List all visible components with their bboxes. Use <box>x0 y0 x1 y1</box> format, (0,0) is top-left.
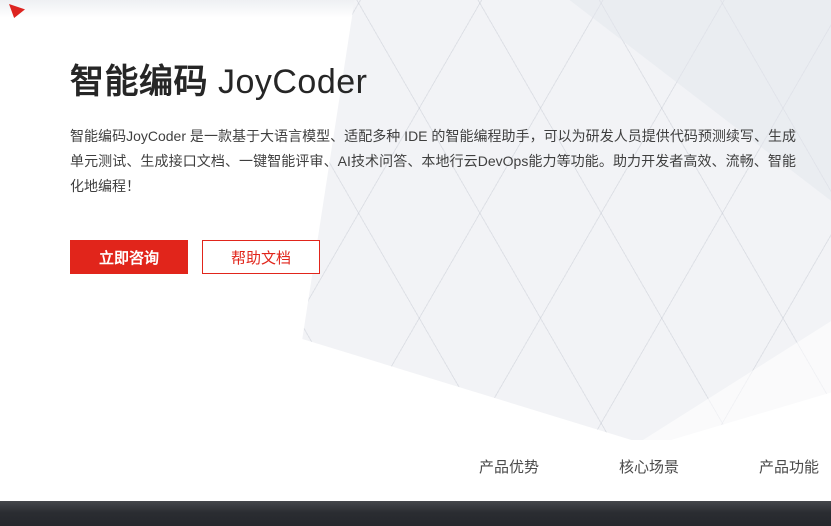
page-title: 智能编码 JoyCoder <box>70 62 367 102</box>
subnav-item-product-features[interactable]: 产品功能 <box>759 456 819 477</box>
page-title-en: JoyCoder <box>208 63 368 101</box>
top-gradient <box>0 0 831 18</box>
cta-button-row: 立即咨询 帮助文档 <box>70 240 320 274</box>
help-docs-button[interactable]: 帮助文档 <box>202 240 320 274</box>
footer-dark-bar <box>0 501 831 526</box>
subnav-item-core-scenarios[interactable]: 核心场景 <box>619 456 679 477</box>
consult-now-button[interactable]: 立即咨询 <box>70 240 188 274</box>
subnav-item-product-advantages[interactable]: 产品优势 <box>479 456 539 477</box>
red-corner-accent-icon <box>9 4 25 18</box>
product-description: 智能编码JoyCoder 是一款基于大语言模型、适配多种 IDE 的智能编程助手… <box>70 128 796 194</box>
anchor-subnav: 产品优势 核心场景 产品功能 <box>0 440 831 501</box>
joycoder-landing-page: 智能编码 JoyCoder 智能编码JoyCoder 是一款基于大语言模型、适配… <box>0 0 831 526</box>
page-title-cn: 智能编码 <box>70 63 208 101</box>
